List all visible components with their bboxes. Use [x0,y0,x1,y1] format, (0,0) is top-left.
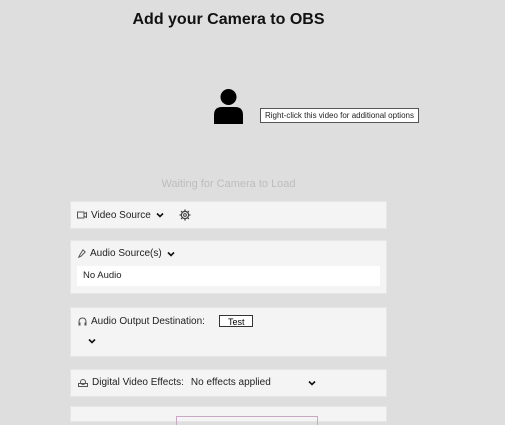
camera-status-text: Waiting for Camera to Load [161,178,296,190]
camera-icon [77,211,87,219]
audio-output-label: Audio Output Destination: [91,315,205,327]
gear-icon[interactable] [179,209,191,221]
partial-control [176,416,318,425]
audio-output-panel: Audio Output Destination: Test [70,307,387,357]
user-silhouette-icon[interactable] [213,88,244,124]
video-effects-select[interactable]: No effects applied [188,377,320,388]
video-source-label: Video Source [91,209,151,221]
video-effects-label: Digital Video Effects: [92,377,184,388]
page-title: Add your Camera to OBS [132,11,325,28]
audio-sources-panel: Audio Source(s) No Audio [70,240,387,294]
video-effects-panel: Digital Video Effects: No effects applie… [70,369,387,397]
video-effects-selected: No effects applied [190,377,271,388]
effects-icon [78,379,88,387]
headphones-icon [78,316,87,325]
chevron-down-icon [308,380,316,386]
microphone-icon [78,249,86,258]
audio-sources-label: Audio Source(s) [90,248,162,259]
video-source-dropdown[interactable] [155,210,165,220]
audio-output-dropdown[interactable] [87,336,97,346]
audio-source-value[interactable]: No Audio [77,266,380,286]
test-audio-button[interactable]: Test [218,315,254,327]
audio-sources-dropdown[interactable] [166,249,176,259]
video-source-panel: Video Source [70,201,387,229]
video-context-tooltip: Right-click this video for additional op… [260,108,419,123]
